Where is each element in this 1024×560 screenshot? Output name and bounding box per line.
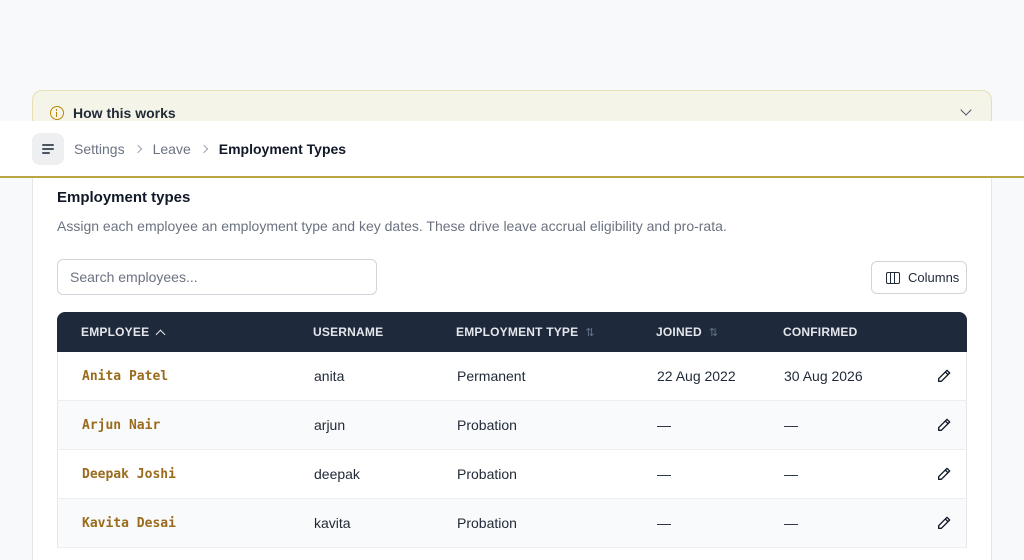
header-employment-type[interactable]: EMPLOYMENT TYPE ⇅ — [456, 325, 595, 339]
pencil-icon[interactable] — [936, 368, 952, 384]
employees-table: EMPLOYEE USERNAME EMPLOYMENT TYPE ⇅ JOINE… — [57, 312, 967, 548]
employee-name-link[interactable]: Kavita Desai — [82, 516, 176, 531]
breadcrumb-employment-types: Employment Types — [218, 141, 347, 157]
table-row: Arjun Nair arjun Probation — — — [57, 401, 967, 450]
chevron-right-icon — [133, 144, 142, 154]
how-this-works-label: How this works — [73, 105, 176, 121]
menu-icon — [42, 144, 54, 146]
username-cell: arjun — [314, 417, 346, 433]
employee-name-link[interactable]: Arjun Nair — [82, 418, 160, 433]
confirmed-cell: 30 Aug 2026 — [784, 368, 863, 384]
username-cell: anita — [314, 368, 345, 384]
top-bar: Settings Leave Employment Types — [0, 121, 1024, 178]
confirmed-cell: — — [784, 515, 798, 531]
header-employee[interactable]: EMPLOYEE — [81, 325, 166, 339]
employment-types-card: Employment types Assign each employee an… — [32, 170, 992, 560]
table-header: EMPLOYEE USERNAME EMPLOYMENT TYPE ⇅ JOINE… — [57, 312, 967, 352]
columns-icon — [886, 271, 900, 284]
employee-name-link[interactable]: Anita Patel — [82, 369, 168, 384]
table-row: Deepak Joshi deepak Probation — — — [57, 450, 967, 499]
employment-type-cell: Probation — [457, 515, 517, 531]
breadcrumb-settings[interactable]: Settings — [74, 141, 125, 157]
columns-button[interactable]: Columns — [871, 261, 967, 294]
pencil-icon[interactable] — [936, 417, 952, 433]
confirmed-cell: — — [784, 466, 798, 482]
employment-type-cell: Probation — [457, 466, 517, 482]
sort-icon: ⇅ — [708, 326, 719, 339]
joined-cell: — — [657, 417, 671, 433]
table-row: Anita Patel anita Permanent 22 Aug 2022 … — [57, 352, 967, 401]
joined-cell: 22 Aug 2022 — [657, 368, 736, 384]
employment-type-cell: Probation — [457, 417, 517, 433]
breadcrumb-leave[interactable]: Leave — [153, 141, 191, 157]
chevron-down-icon[interactable] — [960, 104, 972, 116]
employee-name-link[interactable]: Deepak Joshi — [82, 467, 176, 482]
joined-cell: — — [657, 515, 671, 531]
columns-button-label: Columns — [908, 270, 960, 285]
table-row: Kavita Desai kavita Probation — — — [57, 499, 967, 548]
menu-button[interactable] — [32, 133, 64, 165]
breadcrumb: Settings Leave Employment Types — [74, 141, 346, 157]
employment-type-cell: Permanent — [457, 368, 526, 384]
joined-cell: — — [657, 466, 671, 482]
sort-ascending-icon — [155, 329, 166, 339]
info-icon — [50, 106, 64, 120]
username-cell: deepak — [314, 466, 360, 482]
confirmed-cell: — — [784, 417, 798, 433]
pencil-icon[interactable] — [936, 515, 952, 531]
pencil-icon[interactable] — [936, 466, 952, 482]
header-username: USERNAME — [313, 325, 384, 339]
card-title: Employment types — [57, 189, 191, 206]
header-joined[interactable]: JOINED ⇅ — [656, 325, 718, 339]
sort-icon: ⇅ — [585, 326, 595, 339]
header-confirmed: CONFIRMED — [783, 325, 858, 339]
card-description: Assign each employee an employment type … — [57, 218, 727, 234]
username-cell: kavita — [314, 515, 351, 531]
search-input[interactable] — [57, 259, 377, 295]
chevron-right-icon — [199, 144, 208, 154]
